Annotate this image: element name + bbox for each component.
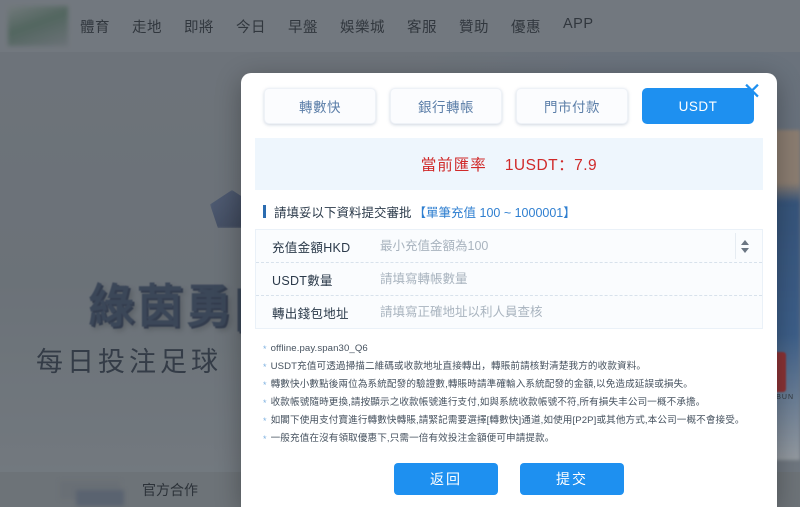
stepper-up-icon[interactable] [741, 239, 749, 245]
amount-label: 充值金額HKD [272, 240, 351, 255]
quantity-stepper[interactable] [735, 233, 754, 259]
deposit-modal: ✕ 轉數快 銀行轉帳 門市付款 USDT 當前匯率 1USDT：7.9 請填妥以… [241, 73, 777, 507]
form-header-limits: 【單筆充值 100 ~ 1000001】 [413, 206, 576, 220]
wallet-address-input[interactable] [378, 304, 762, 320]
tab-usdt[interactable]: USDT [642, 88, 754, 124]
bullet-icon: * [263, 398, 267, 409]
close-icon[interactable]: ✕ [739, 79, 765, 105]
tab-store-payment[interactable]: 門市付款 [516, 88, 628, 124]
submit-button[interactable]: 提交 [520, 462, 624, 495]
form-header-text: 請填妥以下資料提交審批 [274, 206, 412, 220]
bullet-icon: * [263, 380, 267, 391]
back-button[interactable]: 返回 [394, 462, 498, 495]
notice-item: * 轉數快小數點後兩位為系統配發的驗證數,轉賬時請準確輸入系統配發的金額,以免造… [263, 377, 777, 394]
notice-item: * offline.pay.span30_Q6 [263, 341, 777, 358]
notice-list: * offline.pay.span30_Q6 * USDT充值可透過掃描二維碼… [263, 341, 777, 449]
usdt-amount-label: USDT數量 [272, 273, 333, 288]
payment-method-tabs: 轉數快 銀行轉帳 門市付款 USDT [241, 73, 777, 124]
deposit-form: 充值金額HKD USDT數量 轉出錢包地址 [255, 229, 763, 329]
notice-text: 如閣下使用支付寶進行轉數快轉賬,請緊記需要選擇[轉數快]通道,如使用[P2P]或… [270, 415, 745, 427]
notice-text: 一般充值在沒有領取優惠下,只需一倍有效投注金額便可申請提款。 [270, 433, 555, 445]
modal-actions: 返回 提交 [241, 462, 777, 495]
wallet-address-label: 轉出錢包地址 [272, 306, 349, 321]
header-accent-bar [263, 205, 266, 218]
amount-input[interactable] [378, 238, 735, 254]
exchange-rate-value: 1USDT：7.9 [504, 157, 598, 174]
form-row-amount: 充值金額HKD [256, 230, 762, 263]
bullet-icon: * [263, 416, 267, 427]
form-row-usdt-amount: USDT數量 [256, 263, 762, 296]
usdt-amount-input[interactable] [378, 271, 762, 287]
notice-item: * USDT充值可透過掃描二維碼或收款地址直接轉出，轉賬前請核對清楚我方的收款資… [263, 359, 777, 376]
notice-item: * 收款帳號隨時更換,請按顯示之收款帳號進行支付,如與系統收款帳號不符,所有損失… [263, 395, 777, 412]
exchange-rate-banner: 當前匯率 1USDT：7.9 [255, 138, 763, 190]
exchange-rate-label: 當前匯率 [420, 157, 487, 174]
bullet-icon: * [263, 362, 267, 373]
tab-fps[interactable]: 轉數快 [264, 88, 376, 124]
bullet-icon: * [263, 344, 267, 354]
notice-text: offline.pay.span30_Q6 [270, 343, 368, 354]
notice-item: * 一般充值在沒有領取優惠下,只需一倍有效投注金額便可申請提款。 [263, 431, 777, 448]
stepper-down-icon[interactable] [741, 247, 749, 253]
notice-text: 收款帳號隨時更換,請按顯示之收款帳號進行支付,如與系統收款帳號不符,所有損失丰公… [270, 397, 706, 409]
notice-text: 轉數快小數點後兩位為系統配發的驗證數,轉賬時請準確輸入系統配發的金額,以免造成延… [270, 379, 693, 391]
notice-text: USDT充值可透過掃描二維碼或收款地址直接轉出，轉賬前請核對清楚我方的收款資料。 [270, 361, 647, 373]
tab-bank-transfer[interactable]: 銀行轉帳 [390, 88, 502, 124]
form-row-wallet-address: 轉出錢包地址 [256, 296, 762, 328]
bullet-icon: * [263, 434, 267, 445]
form-section-header: 請填妥以下資料提交審批 【單筆充值 100 ~ 1000001】 [263, 202, 777, 221]
notice-item: * 如閣下使用支付寶進行轉數快轉賬,請緊記需要選擇[轉數快]通道,如使用[P2P… [263, 413, 777, 430]
